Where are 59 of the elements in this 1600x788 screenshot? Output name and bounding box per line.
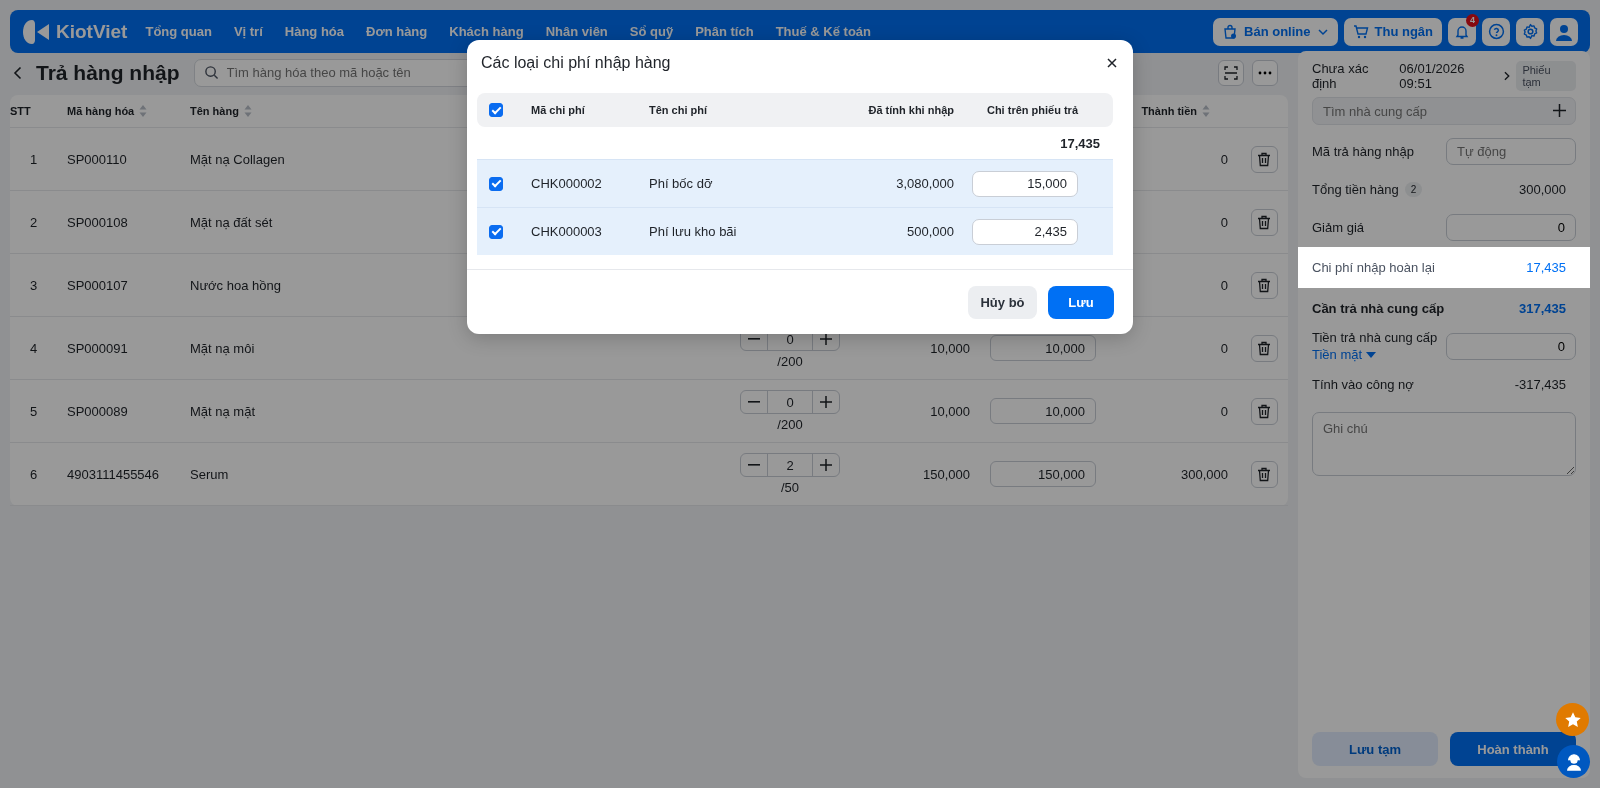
import-price: 150,000 bbox=[923, 466, 970, 482]
summary-label: Chi phí nhập hoàn lại bbox=[1312, 260, 1435, 275]
row-number: 4 bbox=[28, 340, 39, 356]
column-header: Mã chi phí bbox=[531, 104, 586, 116]
product-name: Serum bbox=[189, 466, 229, 482]
cost-code: CHK000002 bbox=[531, 176, 603, 191]
product-name: Mặt nạ mặt bbox=[189, 403, 256, 419]
product-code: SP000107 bbox=[66, 277, 128, 293]
product-name: Mặt nạ môi bbox=[189, 340, 255, 356]
line-total: 0 bbox=[1219, 340, 1229, 356]
field-label: Mã trả hàng nhập bbox=[1312, 143, 1414, 159]
supplier-status: Chưa xác định bbox=[1312, 61, 1370, 91]
product-name: Mặt nạ Collagen bbox=[189, 151, 285, 167]
summary-label: Tổng tiền hàng bbox=[1312, 181, 1399, 197]
draft-badge: Phiếu tạm bbox=[1516, 61, 1576, 91]
imported-cost: 500,000 bbox=[906, 224, 954, 239]
product-code: SP000091 bbox=[66, 340, 128, 356]
dialog-title: Các loại chi phí nhập hàng bbox=[481, 53, 671, 72]
cost-name: Phí bốc dỡ bbox=[649, 176, 714, 191]
cost-total: 17,435 bbox=[1060, 135, 1100, 151]
line-total: 0 bbox=[1219, 403, 1229, 419]
page-title: Trả hàng nhập bbox=[36, 60, 180, 85]
product-code: 4903111455546 bbox=[66, 466, 160, 482]
import-price: 10,000 bbox=[930, 340, 970, 356]
item-count-badge: 2 bbox=[1404, 181, 1423, 197]
line-total: 0 bbox=[1219, 277, 1229, 293]
line-total: 300,000 bbox=[1180, 466, 1229, 482]
summary-label: Cần trả nhà cung cấp bbox=[1312, 300, 1445, 316]
summary-value: 317,435 bbox=[1519, 300, 1567, 316]
summary-value: 17,435 bbox=[1526, 260, 1567, 275]
stock-count: /200 bbox=[777, 417, 803, 432]
summary-value: -317,435 bbox=[1514, 376, 1567, 392]
row-number: 5 bbox=[28, 403, 39, 419]
summary-label: Tính vào công nợ bbox=[1312, 376, 1414, 392]
line-total: 0 bbox=[1219, 214, 1229, 230]
cost-code: CHK000003 bbox=[531, 224, 603, 239]
row-number: 2 bbox=[28, 214, 39, 230]
line-total: 0 bbox=[1219, 151, 1229, 167]
column-header: Tên chi phí bbox=[649, 104, 709, 116]
column-header: Chi trên phiếu trả bbox=[985, 104, 1080, 116]
row-number: 6 bbox=[28, 466, 39, 482]
field-label: Giảm giá bbox=[1312, 219, 1365, 235]
column-header: Đã tính khi nhập bbox=[867, 104, 954, 116]
notification-badge: 4 bbox=[1466, 13, 1479, 27]
stock-count: /50 bbox=[780, 480, 800, 495]
product-code: SP000110 bbox=[66, 151, 127, 167]
row-number: 1 bbox=[28, 151, 39, 167]
summary-value: 300,000 bbox=[1519, 181, 1567, 197]
product-name: Nước hoa hồng bbox=[189, 277, 281, 293]
field-label: Tiền trả nhà cung cấp bbox=[1312, 330, 1438, 345]
column-header: STT bbox=[10, 105, 32, 117]
import-price: 10,000 bbox=[930, 403, 970, 419]
product-code: SP000089 bbox=[66, 403, 128, 419]
cost-name: Phí lưu kho bãi bbox=[649, 224, 738, 239]
product-code: SP000108 bbox=[66, 214, 128, 230]
stock-count: /200 bbox=[777, 354, 803, 369]
product-name: Mặt nạ đất sét bbox=[189, 214, 273, 230]
row-number: 3 bbox=[28, 277, 39, 293]
imported-cost: 3,080,000 bbox=[895, 176, 954, 191]
